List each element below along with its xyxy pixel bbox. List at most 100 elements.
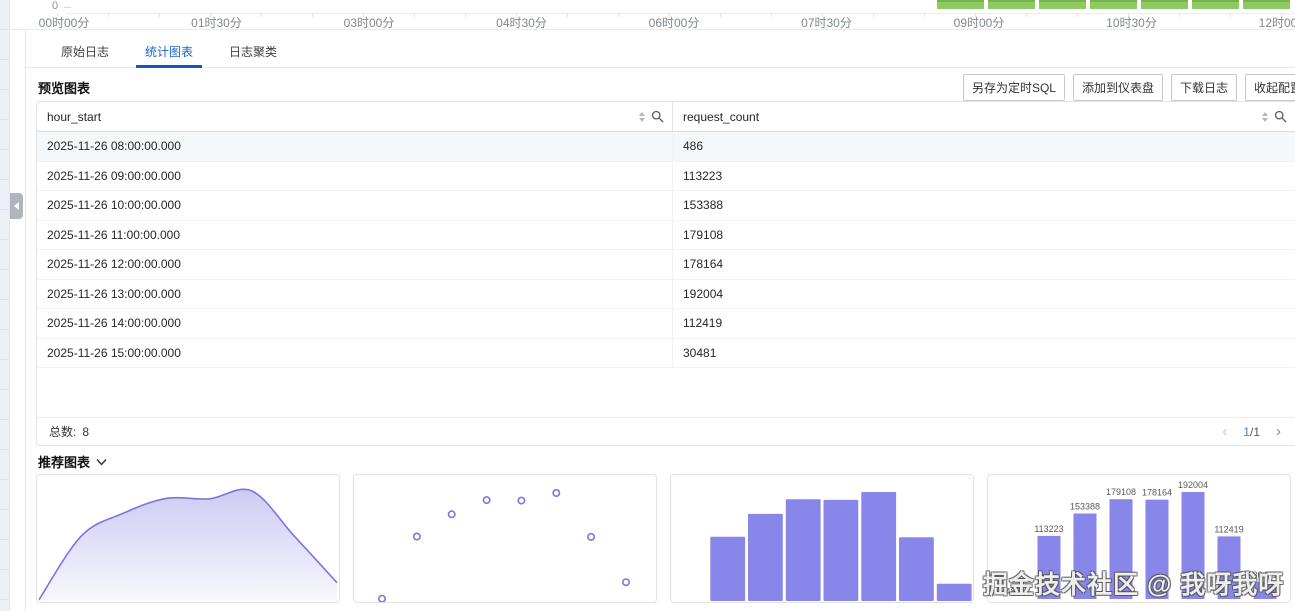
- bar-value-label: 192004: [1178, 480, 1208, 490]
- left-collapsed-panel: [0, 0, 10, 611]
- recommended-chart-labeled-bars[interactable]: 4861132231533881791081781641920041124193…: [987, 474, 1291, 603]
- time-axis-tick: [720, 13, 721, 17]
- save-as-scheduled-sql-button[interactable]: 另存为定时SQL: [963, 74, 1065, 101]
- search-icon[interactable]: [651, 110, 664, 123]
- column-header-hour-start[interactable]: hour_start: [37, 102, 672, 131]
- area-chart-svg: [37, 475, 339, 602]
- next-page-icon[interactable]: ›: [1276, 424, 1281, 439]
- total-pages: 1: [1253, 425, 1260, 439]
- table-row[interactable]: 2025-11-26 13:00:00.000192004: [37, 280, 1295, 310]
- time-axis-label: 00时00分: [39, 14, 90, 31]
- pagination: ‹ 1/1 ›: [1222, 424, 1283, 439]
- time-axis-tick: [1179, 13, 1180, 17]
- log-analysis-page: 0 00时00分01时30分03时00分04时30分06时00分07时30分09…: [0, 0, 1295, 611]
- cell-hour-start: 2025-11-26 10:00:00.000: [37, 191, 672, 220]
- add-to-dashboard-button[interactable]: 添加到仪表盘: [1073, 74, 1163, 101]
- sort-icon[interactable]: [1262, 112, 1268, 122]
- bar: [1110, 499, 1133, 599]
- bar-value-label: 179108: [1106, 487, 1136, 497]
- bar-value-label: 486: [1005, 587, 1020, 597]
- current-page: 1: [1243, 425, 1250, 439]
- log-count-bar: [1090, 0, 1137, 9]
- bar-value-label: 153388: [1070, 502, 1100, 512]
- result-table-card: hour_start request_count: [36, 101, 1295, 446]
- recommended-chart-scatter[interactable]: [353, 474, 657, 603]
- prev-page-icon[interactable]: ‹: [1222, 424, 1227, 439]
- time-axis-label: 04时30分: [496, 14, 547, 31]
- table-footer: 总数: 8 ‹ 1/1 ›: [37, 417, 1295, 445]
- tab-stat-charts[interactable]: 统计图表: [140, 36, 198, 67]
- time-axis-tick: [108, 13, 109, 17]
- cell-request-count: 486: [672, 132, 1295, 161]
- table-row[interactable]: 2025-11-26 10:00:00.000153388: [37, 191, 1295, 221]
- table-row[interactable]: 2025-11-26 15:00:00.00030481: [37, 339, 1295, 369]
- recommended-chart-histogram-bars[interactable]: [670, 474, 974, 603]
- time-axis-label: 10时30分: [1106, 14, 1157, 31]
- bar: [1218, 536, 1241, 599]
- bar-value-label: 113223: [1034, 524, 1063, 534]
- recommended-chart-area[interactable]: [36, 474, 340, 603]
- histogram-bar: [748, 514, 783, 601]
- area-fill: [39, 489, 337, 602]
- tab-raw-logs[interactable]: 原始日志: [56, 36, 114, 67]
- preview-chart-title: 预览图表: [38, 78, 90, 97]
- recommended-charts-header[interactable]: 推荐图表: [38, 452, 107, 471]
- table-row[interactable]: 2025-11-26 11:00:00.000179108: [37, 221, 1295, 251]
- time-axis-label: 12时00分: [1259, 14, 1295, 31]
- download-logs-button[interactable]: 下载日志: [1171, 74, 1237, 101]
- bar-value-label: 112419: [1214, 524, 1243, 534]
- cell-hour-start: 2025-11-26 15:00:00.000: [37, 339, 672, 368]
- table-header-row: hour_start request_count: [37, 102, 1295, 132]
- panel-collapse-handle[interactable]: [10, 193, 23, 219]
- log-count-bar: [988, 0, 1035, 9]
- column-header-label: hour_start: [47, 110, 101, 124]
- collapse-config-button[interactable]: 收起配置: [1245, 74, 1295, 101]
- scatter-point: [414, 533, 420, 539]
- time-axis-tick: [312, 13, 313, 17]
- time-axis-tick: [414, 13, 415, 17]
- y-axis-zero-tick: [64, 7, 71, 8]
- scatter-point: [483, 497, 489, 503]
- scatter-chart-svg: [354, 475, 656, 602]
- search-icon[interactable]: [1274, 110, 1287, 123]
- cell-request-count: 30481: [672, 339, 1295, 368]
- table-body: 2025-11-26 08:00:00.0004862025-11-26 09:…: [37, 132, 1295, 368]
- histogram-bar: [710, 537, 745, 601]
- time-axis-tick: [1026, 13, 1027, 17]
- cell-request-count: 179108: [672, 221, 1295, 250]
- scatter-point: [449, 511, 455, 517]
- scatter-point: [518, 497, 524, 503]
- scatter-point: [379, 596, 385, 602]
- scatter-point: [623, 579, 629, 585]
- tab-log-clustering[interactable]: 日志聚类: [224, 36, 282, 67]
- time-axis-label: 07时30分: [801, 14, 852, 31]
- time-axis-tick: [1077, 13, 1078, 17]
- log-count-bar: [937, 0, 984, 9]
- bar: [1038, 536, 1061, 599]
- cell-hour-start: 2025-11-26 13:00:00.000: [37, 280, 672, 309]
- table-row[interactable]: 2025-11-26 12:00:00.000178164: [37, 250, 1295, 280]
- column-header-request-count[interactable]: request_count: [672, 102, 1295, 131]
- bar: [1146, 500, 1169, 599]
- cell-hour-start: 2025-11-26 11:00:00.000: [37, 221, 672, 250]
- scatter-point: [553, 490, 559, 496]
- log-histogram-timeline: 0 00时00分01时30分03时00分04时30分06时00分07时30分09…: [10, 0, 1295, 30]
- table-row[interactable]: 2025-11-26 08:00:00.000486: [37, 132, 1295, 162]
- histogram-chart-svg: [671, 475, 973, 602]
- page-indicator: 1/1: [1243, 425, 1260, 439]
- sort-icon[interactable]: [639, 112, 645, 122]
- histogram-bar: [824, 500, 859, 601]
- time-axis-tick: [465, 13, 466, 17]
- y-axis-zero-label: 0: [52, 0, 58, 12]
- table-row[interactable]: 2025-11-26 09:00:00.000113223: [37, 162, 1295, 192]
- cell-hour-start: 2025-11-26 14:00:00.000: [37, 309, 672, 338]
- cell-request-count: 113223: [672, 162, 1295, 191]
- histogram-bar: [899, 537, 934, 601]
- preview-section-header: 预览图表 另存为定时SQL 添加到仪表盘下载日志收起配置: [38, 74, 1295, 100]
- log-count-bar: [1192, 0, 1239, 9]
- time-axis-tick: [567, 13, 568, 17]
- recommended-charts-title: 推荐图表: [38, 452, 90, 471]
- histogram-bar: [937, 584, 972, 601]
- table-row[interactable]: 2025-11-26 14:00:00.000112419: [37, 309, 1295, 339]
- histogram-bar: [861, 492, 896, 601]
